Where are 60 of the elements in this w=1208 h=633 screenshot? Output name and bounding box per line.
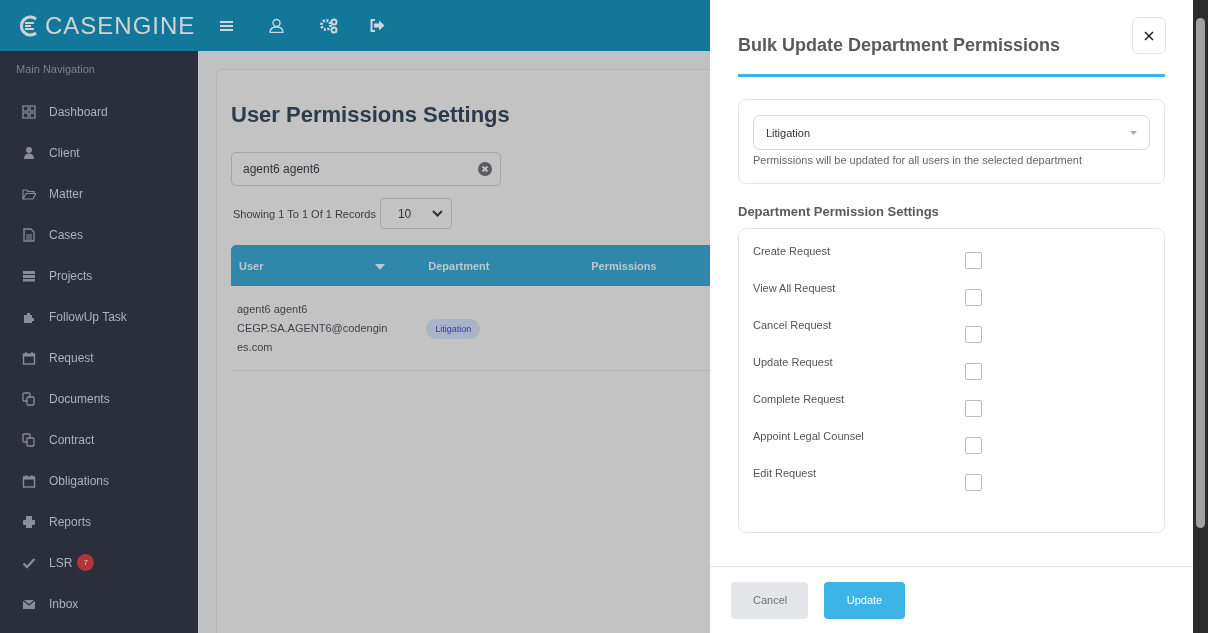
nav-item[interactable]: Documents bbox=[49, 391, 110, 406]
nav-item[interactable]: Cases bbox=[49, 227, 83, 242]
permission-label: Update Request bbox=[753, 356, 834, 370]
close-button[interactable] bbox=[1132, 17, 1166, 54]
nav-icon bbox=[22, 391, 36, 406]
sort-icon[interactable] bbox=[375, 263, 386, 270]
column-header: Department bbox=[420, 245, 584, 286]
count-badge: 7 bbox=[77, 554, 95, 571]
nav-heading: Main Navigation bbox=[15, 63, 96, 75]
user-cell-text: agent6 agent6 CEGP.SA.AGENT6@codengines.com bbox=[237, 301, 389, 355]
checkbox[interactable] bbox=[965, 326, 982, 343]
close-icon bbox=[1144, 30, 1154, 41]
nav-item[interactable]: Projects bbox=[49, 268, 93, 283]
nav-item[interactable]: Dashboard bbox=[49, 104, 108, 119]
logo-text: CASENGINE bbox=[45, 11, 196, 40]
checkbox[interactable] bbox=[965, 289, 982, 306]
checkbox[interactable] bbox=[965, 252, 982, 269]
checkbox[interactable] bbox=[965, 400, 982, 417]
section-title: Department Permission Settings bbox=[738, 204, 939, 219]
column-header: User bbox=[231, 245, 421, 286]
hint-text: Permissions will be updated for all users in the selected department bbox=[753, 154, 1082, 166]
search-field[interactable]: agent6 agent6 bbox=[231, 152, 501, 186]
nav-item[interactable]: Request bbox=[49, 350, 94, 365]
checkbox[interactable] bbox=[965, 474, 982, 491]
drawer-title: Bulk Update Department Permissions bbox=[738, 35, 1061, 56]
nav-item[interactable]: LSR bbox=[49, 555, 73, 570]
records-text: Showing 1 To 1 Of 1 Records bbox=[233, 207, 376, 220]
nav-icon bbox=[22, 432, 36, 447]
nav-item[interactable]: Inbox bbox=[49, 596, 79, 611]
department-select[interactable]: Litigation bbox=[753, 115, 1150, 150]
department-tag: Litigation bbox=[426, 319, 481, 339]
checkbox[interactable] bbox=[965, 363, 982, 380]
nav-icon bbox=[22, 186, 36, 201]
nav-icon bbox=[22, 145, 36, 160]
checkbox[interactable] bbox=[965, 437, 982, 454]
nav-icon bbox=[22, 227, 36, 242]
permission-label: Complete Request bbox=[753, 393, 846, 407]
nav-item[interactable]: FollowUp Task bbox=[49, 309, 127, 324]
nav-icon bbox=[22, 473, 36, 488]
nav-icon bbox=[22, 350, 36, 365]
chevron-icon bbox=[431, 210, 443, 217]
permission-label: Create Request bbox=[753, 245, 832, 259]
clear-icon[interactable] bbox=[478, 162, 492, 176]
nav-item[interactable]: Contract bbox=[49, 432, 95, 447]
caret-icon bbox=[1130, 130, 1137, 135]
nav-icon bbox=[22, 514, 36, 529]
nav-item[interactable]: Client bbox=[49, 145, 80, 160]
nav-item[interactable]: Reports bbox=[49, 514, 92, 529]
page-title: User Permissions Settings bbox=[231, 102, 511, 128]
permission-label: Appoint Legal Counsel bbox=[753, 430, 865, 444]
nav-icon bbox=[22, 555, 36, 570]
nav-item[interactable]: Obligations bbox=[49, 473, 110, 488]
cancel-button[interactable]: Cancel bbox=[731, 581, 808, 619]
permission-label: Cancel Request bbox=[753, 319, 833, 333]
permission-label: Edit Request bbox=[753, 467, 817, 481]
nav-icon bbox=[22, 104, 36, 119]
nav-icon bbox=[22, 268, 36, 283]
scrollbar[interactable] bbox=[1193, 0, 1208, 633]
nav-item[interactable]: Matter bbox=[49, 186, 83, 201]
page-size-select[interactable]: 10 bbox=[379, 198, 452, 229]
